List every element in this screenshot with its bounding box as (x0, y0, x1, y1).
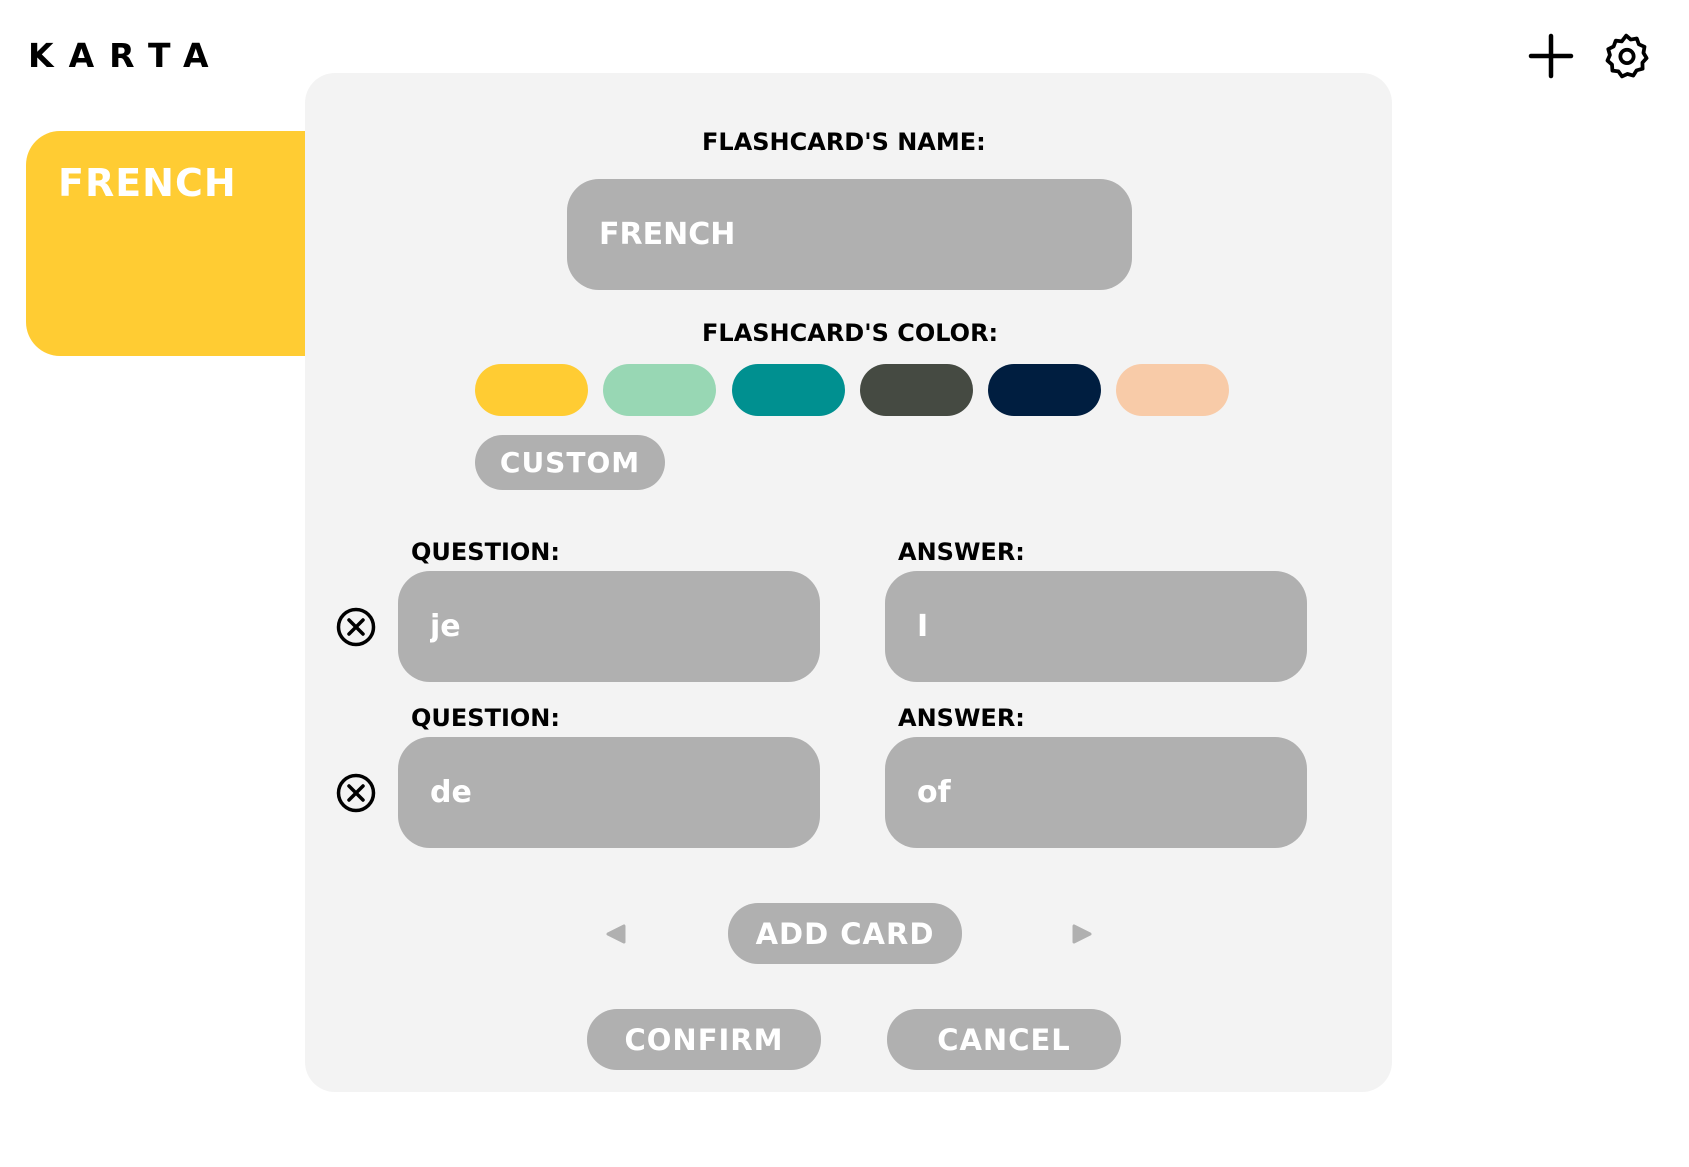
triangle-right-icon (1072, 924, 1092, 944)
color-swatch-teal[interactable] (732, 364, 845, 416)
triangle-left-icon (606, 924, 626, 944)
add-deck-button[interactable] (1523, 28, 1579, 84)
question-input[interactable] (398, 737, 820, 848)
color-swatch-navy[interactable] (988, 364, 1101, 416)
color-swatch-mint[interactable] (603, 364, 716, 416)
add-card-button[interactable]: ADD CARD (728, 903, 962, 964)
top-actions (1489, 28, 1689, 98)
custom-color-button[interactable]: CUSTOM (475, 435, 665, 490)
plus-icon (1528, 33, 1574, 79)
question-label: QUESTION: (411, 538, 560, 566)
flashcard-color-label: FLASHCARD'S COLOR: (702, 319, 999, 347)
next-page-button[interactable] (1067, 919, 1097, 949)
close-circle-icon (336, 607, 376, 647)
color-swatch-yellow[interactable] (475, 364, 588, 416)
confirm-button[interactable]: CONFIRM (587, 1009, 821, 1070)
remove-card-button[interactable] (334, 771, 378, 815)
close-circle-icon (336, 773, 376, 813)
answer-label: ANSWER: (898, 704, 1025, 732)
flashcard-name-input[interactable] (567, 179, 1132, 290)
app-logo: KARTA (28, 36, 224, 75)
cancel-button[interactable]: CANCEL (887, 1009, 1121, 1070)
deck-card-title: FRENCH (58, 161, 237, 205)
remove-card-button[interactable] (334, 605, 378, 649)
question-label: QUESTION: (411, 704, 560, 732)
color-swatch-dark-gray[interactable] (860, 364, 973, 416)
gear-icon (1605, 33, 1649, 79)
answer-input[interactable] (885, 571, 1307, 682)
deck-card[interactable]: FRENCH (26, 131, 346, 356)
settings-button[interactable] (1599, 28, 1655, 84)
edit-flashcard-modal: FLASHCARD'S NAME: FLASHCARD'S COLOR: CUS… (305, 73, 1392, 1092)
answer-label: ANSWER: (898, 538, 1025, 566)
color-swatch-peach[interactable] (1116, 364, 1229, 416)
question-input[interactable] (398, 571, 820, 682)
previous-page-button[interactable] (601, 919, 631, 949)
flashcard-name-label: FLASHCARD'S NAME: (702, 128, 986, 156)
answer-input[interactable] (885, 737, 1307, 848)
